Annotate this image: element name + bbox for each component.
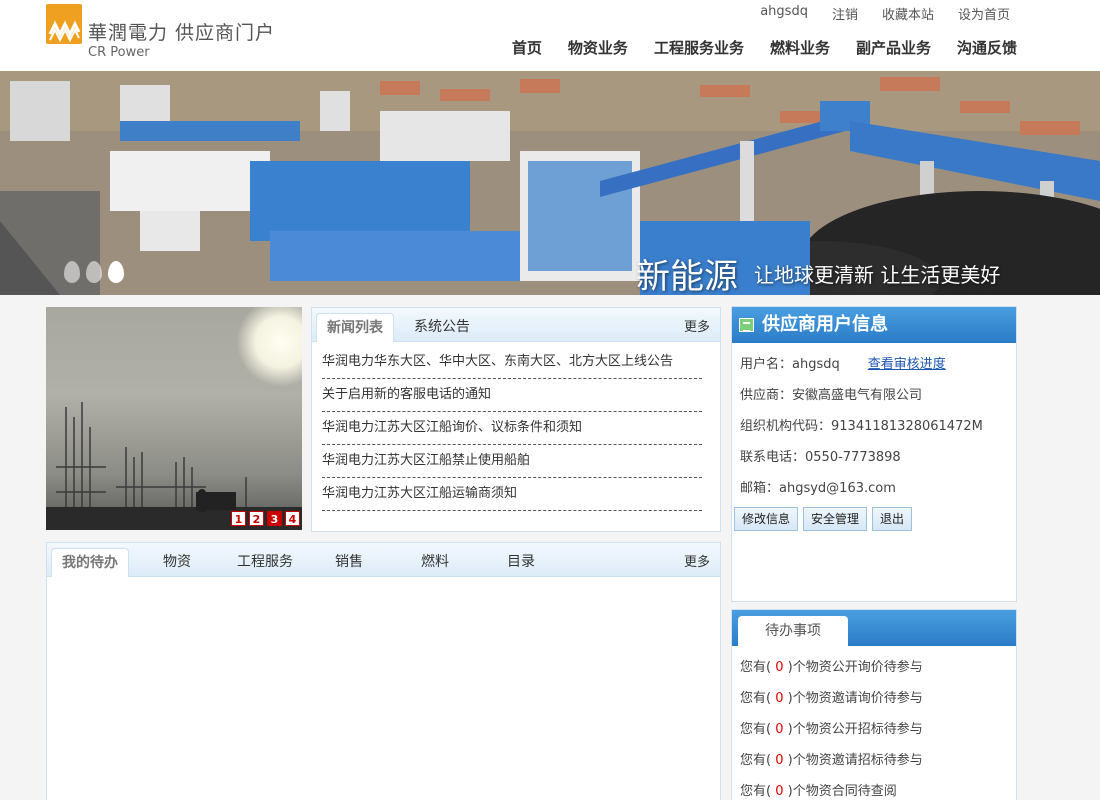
tab-pending-items[interactable]: 待办事项 [738, 616, 848, 646]
pending-count: 0 [771, 753, 788, 768]
supplier-actions: 修改信息 安全管理 退出 [732, 507, 1016, 531]
pending-count: 0 [771, 691, 788, 706]
pending-prefix: 您有( [740, 691, 772, 706]
tasks-tabbar: 我的待办 物资 工程服务 销售 燃料 目录 更多 [47, 543, 720, 577]
news-item[interactable]: 华润电力华东大区、华中大区、东南大区、北方大区上线公告 [322, 346, 702, 379]
pending-suffix: )个物资公开询价待参与 [787, 660, 923, 675]
logo-subtitle: CR Power [88, 45, 150, 60]
banner-indicator-1-icon[interactable] [64, 261, 80, 283]
supplier-info-header: 供应商用户信息 [732, 307, 1016, 343]
top-link-set-homepage[interactable]: 设为首页 [958, 4, 1010, 23]
banner-indicator-3-icon[interactable] [108, 261, 124, 283]
slogan-main: 新能源 [636, 257, 738, 295]
news-item[interactable]: 华润电力江苏大区江船禁止使用船舶 [322, 445, 702, 478]
nav-feedback[interactable]: 沟通反馈 [957, 37, 1017, 58]
news-list: 华润电力华东大区、华中大区、东南大区、北方大区上线公告 关于启用新的客服电话的通… [312, 342, 720, 511]
slide-number[interactable]: 2 [249, 511, 264, 526]
username-row: 用户名：ahgsdq 查看审核进度 [732, 349, 1016, 380]
supplier-info-panel: 供应商用户信息 用户名：ahgsdq 查看审核进度 供应商：安徽高盛电气有限公司 … [731, 306, 1017, 602]
security-management-button[interactable]: 安全管理 [803, 507, 868, 531]
pending-count: 0 [771, 784, 788, 799]
banner-indicators [64, 261, 124, 283]
edit-info-button[interactable]: 修改信息 [734, 507, 799, 531]
top-link-bookmark[interactable]: 收藏本站 [882, 4, 934, 23]
user-card-icon [739, 318, 754, 332]
pending-prefix: 您有( [740, 784, 772, 799]
slide-number[interactable]: 4 [285, 511, 300, 526]
tab-catalog[interactable]: 目录 [491, 548, 551, 577]
pending-item[interactable]: 您有( 0 )个物资公开询价待参与 [732, 652, 1016, 683]
news-panel: 新闻列表 系统公告 更多 华润电力华东大区、华中大区、东南大区、北方大区上线公告… [311, 307, 721, 532]
tab-system-announcements[interactable]: 系统公告 [402, 313, 482, 342]
pending-suffix: )个物资邀请询价待参与 [787, 691, 923, 706]
logo[interactable]: 華潤電力 供应商门户 CR Power [46, 4, 275, 60]
news-tabbar: 新闻列表 系统公告 更多 [312, 308, 720, 342]
pending-item[interactable]: 您有( 0 )个物资邀请询价待参与 [732, 683, 1016, 714]
company-row: 供应商：安徽高盛电气有限公司 [740, 388, 923, 403]
slide-number[interactable]: 1 [231, 511, 246, 526]
main-nav: 首页 物资业务 工程服务业务 燃料业务 副产品业务 沟通反馈 [512, 37, 1017, 58]
slide-number[interactable]: 3 [267, 511, 282, 526]
email-row: 邮箱：ahgsyd@163.com [740, 481, 896, 496]
pending-item[interactable]: 您有( 0 )个物资公开招标待参与 [732, 714, 1016, 745]
logout-button[interactable]: 退出 [872, 507, 913, 531]
tab-my-tasks[interactable]: 我的待办 [51, 548, 129, 577]
nav-engineering[interactable]: 工程服务业务 [654, 37, 744, 58]
check-review-progress-link[interactable]: 查看审核进度 [868, 357, 946, 372]
nav-byproducts[interactable]: 副产品业务 [856, 37, 931, 58]
news-item[interactable]: 华润电力江苏大区江船运输商须知 [322, 478, 702, 511]
pending-item[interactable]: 您有( 0 )个物资合同待查阅 [732, 776, 1016, 800]
pending-count: 0 [771, 722, 788, 737]
org-code-row: 组织机构代码：91341181328061472M [740, 419, 983, 434]
header: 華潤電力 供应商门户 CR Power ahgsdq 注销 收藏本站 设为首页 … [0, 0, 1100, 71]
my-tasks-panel: 我的待办 物资 工程服务 销售 燃料 目录 更多 [46, 542, 721, 800]
tab-sales[interactable]: 销售 [319, 548, 379, 577]
cr-power-logo-icon [46, 4, 82, 44]
tab-fuel[interactable]: 燃料 [405, 548, 465, 577]
pending-prefix: 您有( [740, 722, 772, 737]
pending-header: 待办事项 [732, 610, 1016, 646]
pending-suffix: )个物资公开招标待参与 [787, 722, 923, 737]
news-item[interactable]: 华润电力江苏大区江船询价、议标条件和须知 [322, 412, 702, 445]
pending-suffix: )个物资合同待查阅 [787, 784, 897, 799]
top-link-username[interactable]: ahgsdq [760, 4, 808, 23]
slogan-sub: 让地球更清新 让生活更美好 [754, 263, 1001, 287]
top-links: ahgsdq 注销 收藏本站 设为首页 [760, 4, 1010, 23]
phone-row: 联系电话：0550-7773898 [740, 450, 901, 465]
logo-title: 華潤電力 供应商门户 [88, 22, 276, 44]
construction-silhouette [46, 402, 302, 530]
news-slideshow[interactable]: 1 2 3 4 [46, 307, 302, 530]
pending-suffix: )个物资邀请招标待参与 [787, 753, 923, 768]
banner-indicator-2-icon[interactable] [86, 261, 102, 283]
tab-materials[interactable]: 物资 [147, 548, 207, 577]
pending-list: 您有( 0 )个物资公开询价待参与 您有( 0 )个物资邀请询价待参与 您有( … [732, 646, 1016, 800]
tab-engineering-services[interactable]: 工程服务 [225, 548, 305, 577]
supplier-info-title: 供应商用户信息 [762, 314, 888, 335]
slide-number-list: 1 2 3 4 [231, 511, 300, 526]
pending-prefix: 您有( [740, 753, 772, 768]
tab-news-list[interactable]: 新闻列表 [316, 313, 394, 342]
pending-item[interactable]: 您有( 0 )个物资邀请招标待参与 [732, 745, 1016, 776]
nav-fuel[interactable]: 燃料业务 [770, 37, 830, 58]
pending-prefix: 您有( [740, 660, 772, 675]
nav-home[interactable]: 首页 [512, 37, 542, 58]
nav-materials[interactable]: 物资业务 [568, 37, 628, 58]
banner: 新能源 让地球更清新 让生活更美好 [0, 71, 1100, 295]
news-more-link[interactable]: 更多 [684, 316, 710, 335]
news-item[interactable]: 关于启用新的客服电话的通知 [322, 379, 702, 412]
pending-items-panel: 待办事项 您有( 0 )个物资公开询价待参与 您有( 0 )个物资邀请询价待参与… [731, 609, 1017, 800]
tasks-more-link[interactable]: 更多 [684, 551, 710, 570]
username-text: 用户名：ahgsdq [740, 357, 840, 372]
top-link-logout[interactable]: 注销 [832, 4, 858, 23]
banner-slogan: 新能源 让地球更清新 让生活更美好 [636, 249, 1000, 295]
pending-count: 0 [771, 660, 788, 675]
